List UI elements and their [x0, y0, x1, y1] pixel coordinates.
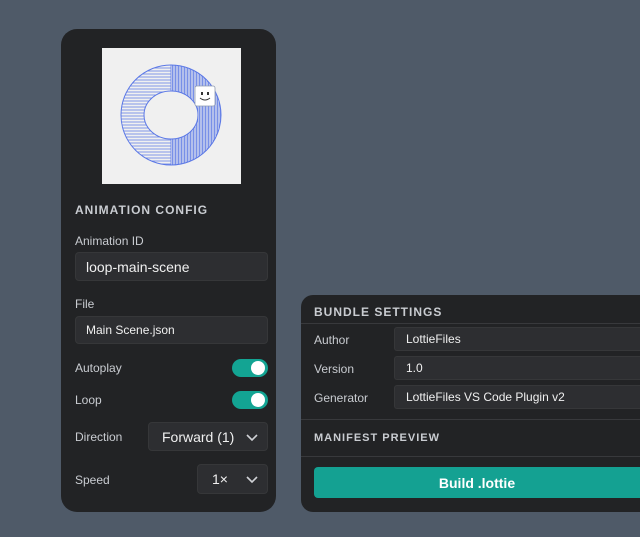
manifest-preview-title: MANIFEST PREVIEW	[314, 432, 441, 444]
direction-value: Forward (1)	[162, 428, 235, 445]
speed-select[interactable]: 1×	[197, 464, 268, 494]
author-label: Author	[314, 333, 350, 347]
autoplay-toggle[interactable]	[232, 359, 268, 377]
animation-id-input[interactable]: loop-main-scene	[75, 252, 268, 281]
version-value: 1.0	[406, 361, 423, 375]
version-label: Version	[314, 362, 355, 376]
autoplay-label: Autoplay	[75, 361, 122, 375]
autoplay-toggle-knob	[251, 361, 265, 375]
loop-label: Loop	[75, 393, 102, 407]
divider	[301, 419, 640, 420]
animation-id-label: Animation ID	[75, 234, 144, 248]
animation-config-title: ANIMATION CONFIG	[75, 203, 209, 217]
loop-toggle[interactable]	[232, 391, 268, 409]
smiley-icon	[194, 85, 216, 107]
divider	[301, 323, 640, 324]
file-value: Main Scene.json	[86, 323, 175, 337]
generator-label: Generator	[314, 391, 369, 405]
animation-config-panel: ANIMATION CONFIG Animation ID loop-main-…	[61, 29, 276, 512]
file-input[interactable]: Main Scene.json	[75, 316, 268, 344]
divider	[301, 456, 640, 457]
generator-input[interactable]: LottieFiles VS Code Plugin v2	[394, 385, 640, 409]
author-input[interactable]: LottieFiles	[394, 327, 640, 351]
bundle-settings-panel: BUNDLE SETTINGS Author LottieFiles Versi…	[301, 295, 640, 512]
speed-value: 1×	[212, 471, 228, 487]
version-input[interactable]: 1.0	[394, 356, 640, 380]
bundle-settings-title: BUNDLE SETTINGS	[314, 305, 443, 319]
chevron-down-icon	[246, 433, 258, 441]
generator-value: LottieFiles VS Code Plugin v2	[406, 390, 565, 404]
file-label: File	[75, 297, 95, 311]
animation-id-value: loop-main-scene	[86, 258, 190, 275]
direction-label: Direction	[75, 430, 123, 444]
chevron-down-icon	[246, 476, 258, 484]
build-lottie-button[interactable]: Build .lottie	[314, 467, 640, 498]
direction-select[interactable]: Forward (1)	[148, 422, 268, 451]
author-value: LottieFiles	[406, 332, 461, 346]
speed-label: Speed	[75, 473, 110, 487]
animation-preview[interactable]	[102, 48, 241, 184]
loop-toggle-knob	[251, 393, 265, 407]
loop-ring-preview-icon	[120, 64, 222, 166]
